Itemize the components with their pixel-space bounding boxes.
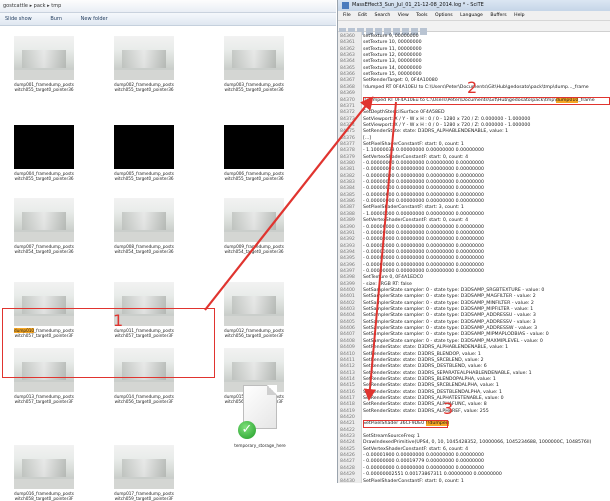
file-caption: dump017_framedump_postswitch059_target0_… xyxy=(114,491,174,501)
file-caption: dump016_framedump_postswitch058_target0_… xyxy=(14,491,74,501)
file-name-text: dump017_framedump_postswitch059_target0_… xyxy=(114,491,174,501)
annotation-label-3: 3 xyxy=(443,399,454,418)
annotation-label-2: 2 xyxy=(467,78,478,97)
file-name-text: dump016_framedump_postswitch058_target0_… xyxy=(14,491,74,501)
annotation-arrows xyxy=(204,96,397,401)
arrow-to-rt-line xyxy=(204,96,374,311)
annotation-label-1: 1 xyxy=(113,311,124,330)
arrow-to-shader-line xyxy=(363,101,397,401)
